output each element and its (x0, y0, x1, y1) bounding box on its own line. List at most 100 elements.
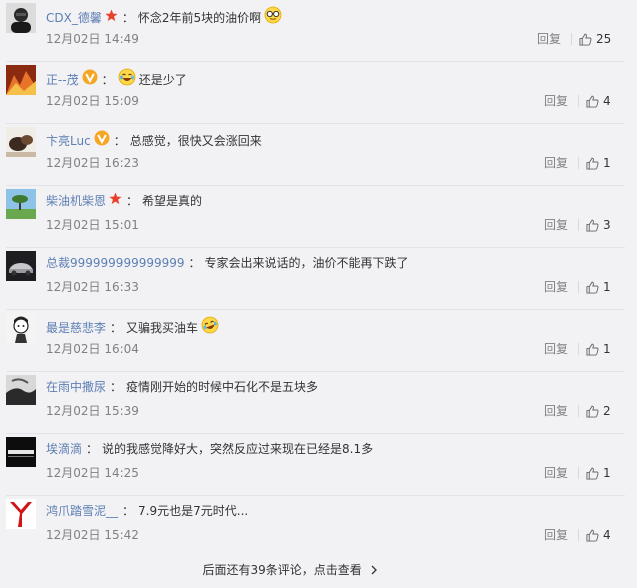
username-link[interactable]: CDX_德馨 (46, 9, 102, 27)
comment-item: 最是慈悲李 ： 又骗我买油车 12月02日 16:04 回复 1 (0, 310, 637, 372)
thumbs-up-icon (586, 343, 599, 356)
reply-button[interactable]: 回复 (544, 155, 568, 171)
like-button[interactable]: 3 (586, 216, 611, 234)
like-button[interactable]: 1 (586, 464, 611, 482)
vip-badge-icon (94, 130, 110, 151)
thumbs-up-icon (586, 219, 599, 232)
glasses-face-emoji-icon (264, 6, 282, 29)
view-more-text: 后面还有39条评论，点击查看 (202, 563, 362, 577)
thumbs-up-icon (586, 405, 599, 418)
laugh-cry-tilt-emoji-icon (201, 316, 219, 339)
comment-text: 说的我感觉降好大，突然反应过来现在已经是8.1多 (102, 442, 374, 456)
avatar[interactable] (6, 499, 36, 529)
comment-time: 12月02日 15:42 (46, 528, 139, 542)
reply-button[interactable]: 回复 (544, 403, 568, 419)
colon-separator: ： (126, 194, 139, 208)
thumbs-up-icon (586, 281, 599, 294)
username-link[interactable]: 正--茂 (46, 71, 79, 89)
view-more-comments-link[interactable]: 后面还有39条评论，点击查看 (0, 561, 580, 580)
star-badge-icon (109, 192, 122, 210)
comment-line: 柴油机柴恩 ： 希望是真的 (46, 192, 202, 210)
avatar[interactable] (6, 313, 36, 343)
reply-button[interactable]: 回复 (544, 527, 568, 543)
reply-button[interactable]: 回复 (544, 217, 568, 233)
comment-item: 卞亮Luc ： 总感觉，很快又会涨回来 12月02日 16:23 回复 1 (0, 124, 637, 186)
divider (578, 95, 579, 107)
comment-time: 12月02日 16:04 (46, 342, 139, 356)
comment-text: 怀念2年前5块的油价啊 (137, 10, 262, 25)
colon-separator: ： (113, 133, 126, 148)
username-link[interactable]: 卞亮Luc (46, 132, 91, 150)
like-count: 1 (603, 466, 611, 480)
username-link[interactable]: 最是慈悲李 (46, 319, 106, 337)
chevron-right-icon (370, 562, 378, 580)
reply-button[interactable]: 回复 (544, 93, 568, 109)
colon-separator: ： (110, 380, 123, 394)
username-link[interactable]: 总裁999999999999999 (46, 254, 185, 272)
comment-item: CDX_德馨 ： 怀念2年前5块的油价啊 12月02日 14:49 回复 25 (0, 0, 637, 62)
comment-text: 专家会出来说话的，油价不能再下跌了 (204, 256, 409, 270)
username-link[interactable]: 柴油机柴恩 (46, 192, 106, 210)
like-count: 4 (603, 94, 611, 108)
comment-text: 7.9元也是7元时代... (138, 504, 249, 518)
colon-separator: ： (122, 504, 135, 518)
divider (578, 529, 579, 541)
avatar[interactable] (6, 189, 36, 219)
avatar[interactable] (6, 251, 36, 281)
like-button[interactable]: 4 (586, 92, 611, 110)
like-button[interactable]: 1 (586, 278, 611, 296)
comment-time: 12月02日 14:49 (46, 32, 139, 46)
comment-time: 12月02日 14:25 (46, 466, 139, 480)
reply-button[interactable]: 回复 (544, 465, 568, 481)
divider (578, 343, 579, 355)
avatar[interactable] (6, 65, 36, 95)
like-button[interactable]: 1 (586, 154, 611, 172)
divider (578, 281, 579, 293)
comment-item: 埃滴滴 ： 说的我感觉降好大，突然反应过来现在已经是8.1多 12月02日 14… (0, 434, 637, 496)
avatar[interactable] (6, 3, 36, 33)
username-link[interactable]: 鸿爪踏雪泥__ (46, 502, 118, 520)
comment-item: 总裁999999999999999 ： 专家会出来说话的，油价不能再下跌了 12… (0, 248, 637, 310)
comment-item: 正--茂 ： 还是少了 12月02日 15:09 回复 4 (0, 62, 637, 124)
avatar[interactable] (6, 127, 36, 157)
like-count: 1 (603, 342, 611, 356)
username-link[interactable]: 埃滴滴 (46, 440, 82, 458)
comment-line: CDX_德馨 ： 怀念2年前5块的油价啊 (46, 6, 282, 29)
username-link[interactable]: 在雨中撒尿 (46, 378, 106, 396)
comment-text: 还是少了 (138, 72, 187, 87)
comment-item: 柴油机柴恩 ： 希望是真的 12月02日 15:01 回复 3 (0, 186, 637, 248)
comment-line: 总裁999999999999999 ： 专家会出来说话的，油价不能再下跌了 (46, 254, 409, 272)
comment-line: 最是慈悲李 ： 又骗我买油车 (46, 316, 219, 339)
reply-button[interactable]: 回复 (544, 341, 568, 357)
divider (578, 157, 579, 169)
like-button[interactable]: 25 (579, 30, 611, 48)
like-count: 25 (596, 32, 612, 46)
thumbs-up-icon (586, 95, 599, 108)
colon-separator: ： (110, 320, 123, 335)
colon-separator: ： (188, 256, 201, 270)
divider (578, 467, 579, 479)
reply-button[interactable]: 回复 (544, 279, 568, 295)
divider (571, 33, 572, 45)
like-count: 4 (603, 528, 611, 542)
like-count: 1 (603, 156, 611, 170)
star-badge-icon (105, 8, 118, 27)
avatar[interactable] (6, 375, 36, 405)
divider (578, 405, 579, 417)
like-count: 2 (603, 404, 611, 418)
thumbs-up-icon (586, 529, 599, 542)
like-button[interactable]: 2 (586, 402, 611, 420)
comment-line: 卞亮Luc ： 总感觉，很快又会涨回来 (46, 130, 262, 151)
comment-line: 在雨中撒尿 ： 疫情刚开始的时候中石化不是五块多 (46, 378, 318, 396)
like-button[interactable]: 1 (586, 340, 611, 358)
thumbs-up-icon (579, 33, 592, 46)
comment-line: 埃滴滴 ： 说的我感觉降好大，突然反应过来现在已经是8.1多 (46, 440, 373, 458)
thumbs-up-icon (586, 157, 599, 170)
avatar[interactable] (6, 437, 36, 467)
like-button[interactable]: 4 (586, 526, 611, 544)
reply-button[interactable]: 回复 (537, 31, 561, 47)
comment-time: 12月02日 16:23 (46, 156, 139, 170)
comment-time: 12月02日 16:33 (46, 280, 139, 294)
vip-badge-icon (82, 69, 98, 90)
comment-text: 希望是真的 (142, 194, 203, 208)
